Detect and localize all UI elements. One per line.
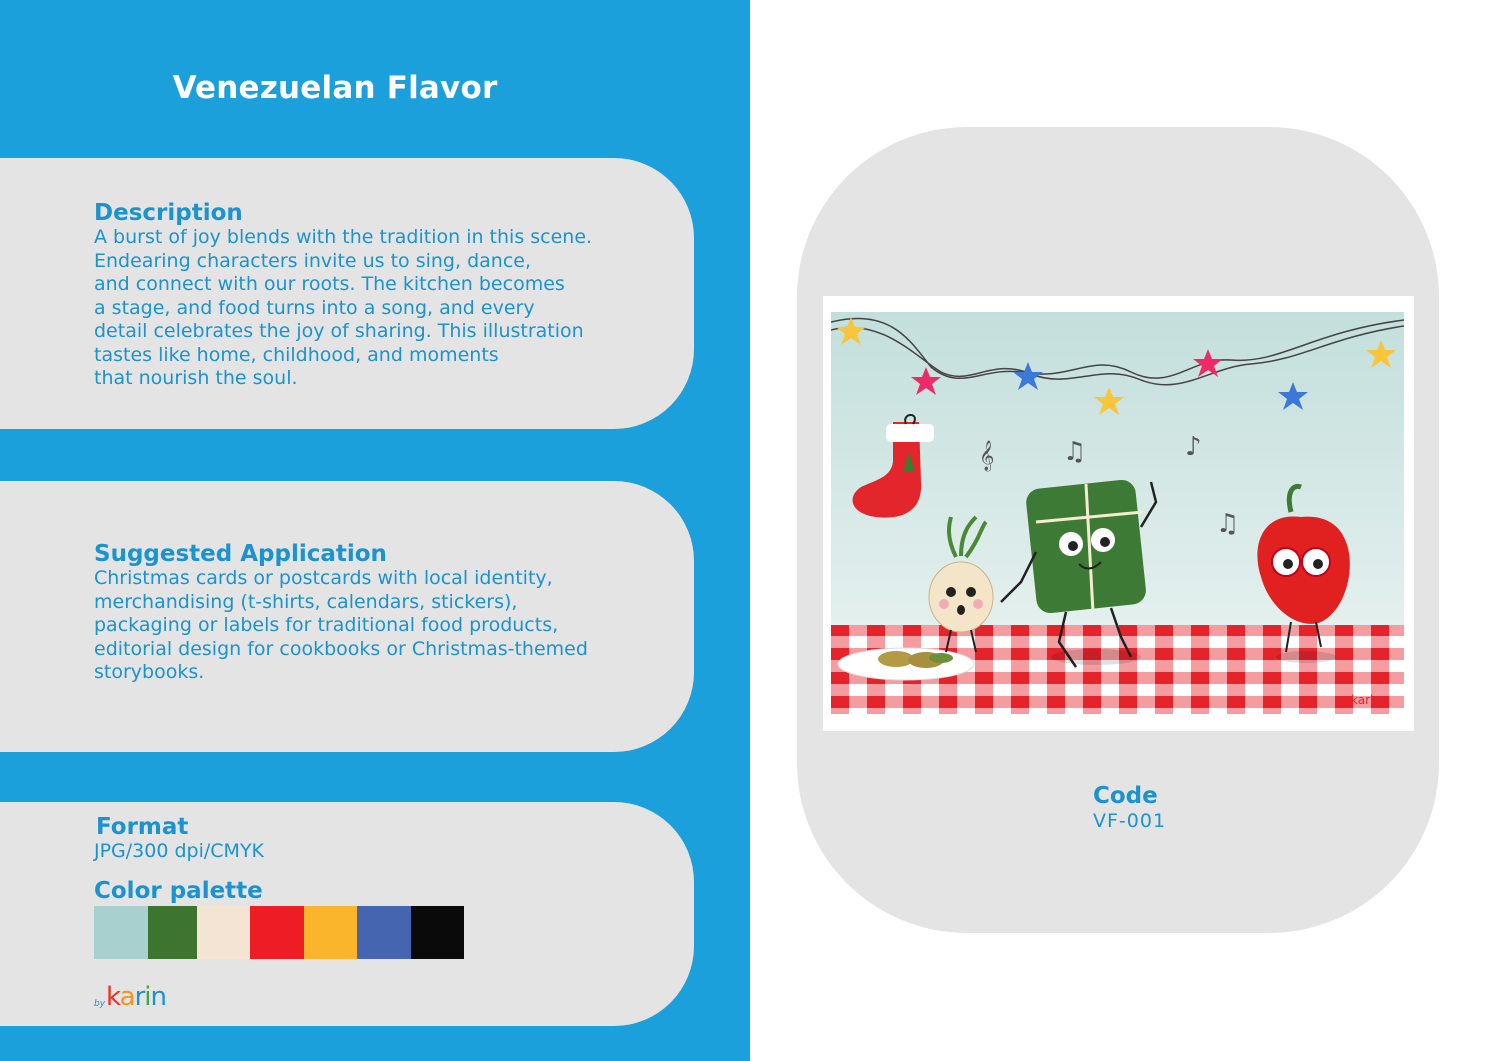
palette-heading: Color palette <box>94 877 263 904</box>
beamed-notes-glyph: ♫ <box>1063 437 1086 467</box>
logo-wordmark: karin <box>106 981 168 1012</box>
description-card: Description A burst of joy blends with t… <box>0 158 694 429</box>
beamed-notes-glyph: ♫ <box>1216 509 1239 539</box>
palette-swatch <box>94 905 148 959</box>
palette-swatch <box>304 905 357 959</box>
illustration-frame: 𝄞 ♫ ♪ ♫ karin <box>823 296 1414 731</box>
format-heading: Format <box>96 814 189 840</box>
description-text: A burst of joy blends with the tradition… <box>94 226 593 389</box>
palette-swatch <box>411 905 464 959</box>
eighth-note-glyph: ♪ <box>1185 432 1202 462</box>
logo-letter: r <box>134 981 146 1012</box>
application-card: Suggested Application Christmas cards or… <box>0 481 694 752</box>
logo-letter: k <box>106 981 121 1012</box>
illustration: 𝄞 ♫ ♪ ♫ karin <box>831 312 1404 714</box>
color-palette <box>94 905 674 959</box>
page-title: Venezuelan Flavor <box>172 70 498 106</box>
format-value: JPG/300 dpi/CMYK <box>94 840 265 862</box>
left-panel: Venezuelan Flavor Description A burst of… <box>0 0 750 1061</box>
illustration-signature: karin <box>1351 693 1381 707</box>
treble-clef-glyph: 𝄞 <box>979 440 994 472</box>
palette-swatch <box>197 905 250 959</box>
plate <box>837 647 975 681</box>
code-label: Code <box>1093 783 1158 809</box>
application-heading: Suggested Application <box>94 541 387 567</box>
palette-swatch <box>357 905 411 959</box>
application-text: Christmas cards or postcards with local … <box>94 567 588 683</box>
brand-logo: by karin <box>94 981 674 1011</box>
logo-letter: a <box>119 981 136 1012</box>
description-heading: Description <box>94 200 243 226</box>
code-value: VF-001 <box>1093 810 1167 832</box>
code-block: Code VF-001 <box>1093 782 1293 832</box>
logo-by: by <box>94 998 106 1009</box>
palette-swatch <box>250 905 304 959</box>
format-card: Format JPG/300 dpi/CMYK Color palette by… <box>0 802 694 1026</box>
palette-swatch <box>148 905 197 959</box>
logo-letter: n <box>150 981 168 1012</box>
